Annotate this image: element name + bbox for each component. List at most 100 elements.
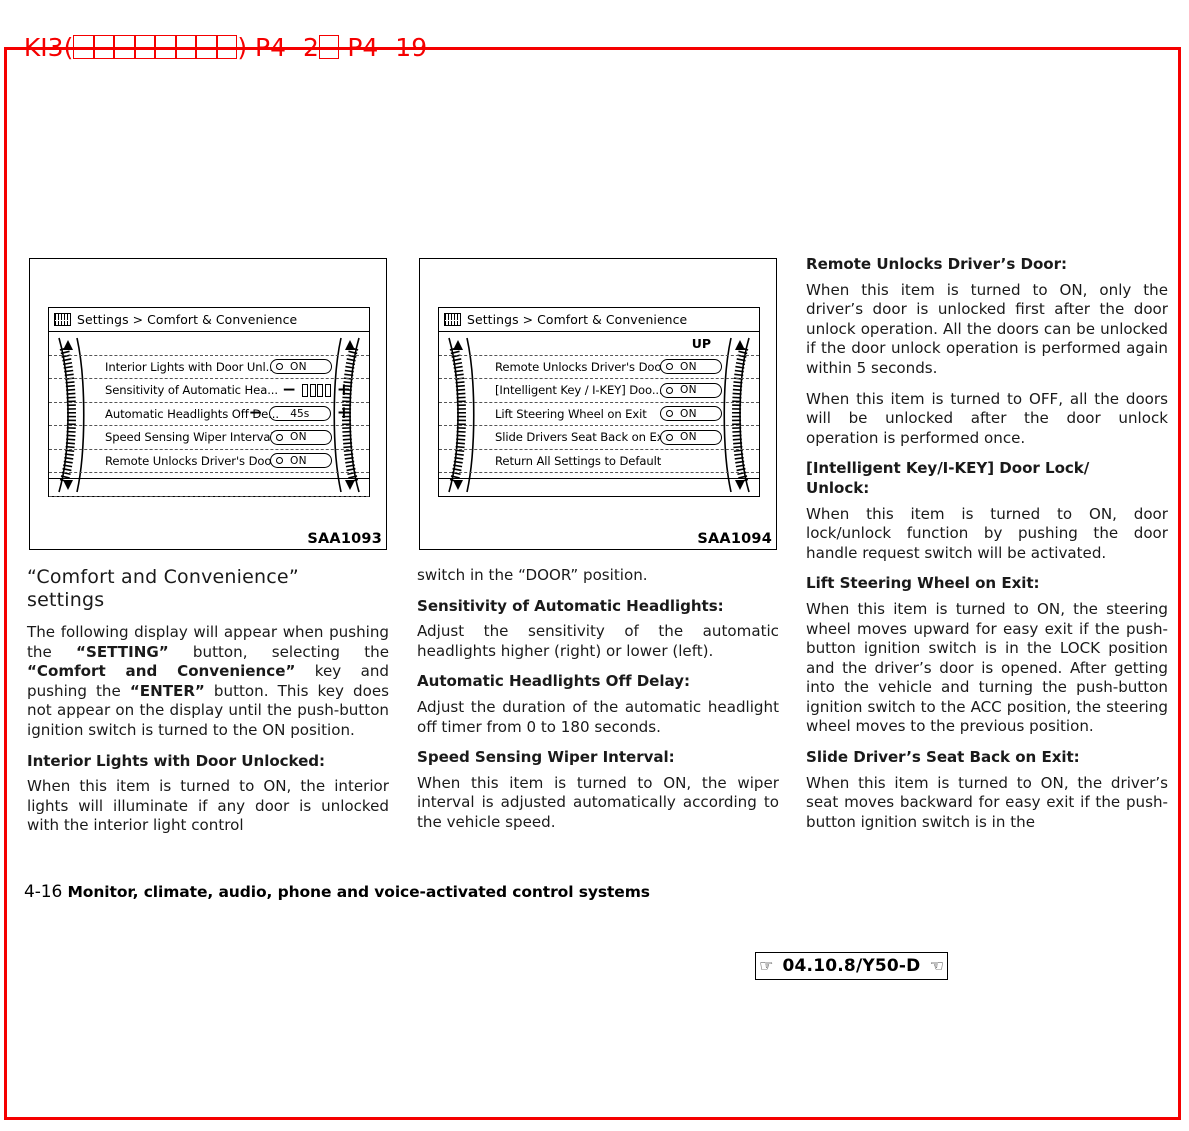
paragraph-remote-off: When this item is turned to OFF, all the… — [806, 389, 1168, 447]
screen-title-bar-2: Settings > Comfort & Convenience — [439, 308, 759, 332]
list-item-label: Remote Unlocks Driver's Doo... — [495, 359, 672, 374]
paragraph-remote-on: When this item is turned to ON, only the… — [806, 280, 1168, 377]
list-item[interactable]: Return All Settings to Default — [439, 450, 759, 473]
toggle-on-pill[interactable]: ON — [660, 382, 722, 398]
revision-date-text: 04.10.8/Y50-D — [782, 956, 921, 976]
heading-intelligent-key-line1: [Intelligent Key/I-KEY] Door Lock/ — [806, 459, 1090, 478]
settings-list-2: UP Remote Unlocks Driver's Doo... ON [In… — [439, 332, 759, 473]
delay-stepper[interactable]: − 45s + — [249, 405, 352, 422]
list-item[interactable]: Remote Unlocks Driver's Doo... ON — [49, 450, 369, 473]
list-item-label: Interior Lights with Door Unl... — [105, 359, 277, 374]
toggle-value: ON — [680, 431, 697, 444]
list-item-label: Sensitivity of Automatic Hea... — [105, 383, 278, 398]
hand-pointing-left-icon: ☜ — [929, 956, 944, 975]
heading-intelligent-key: [Intelligent Key/I-KEY] Door Lock/ Unloc… — [806, 459, 1168, 498]
heading-off-delay: Automatic Headlights Off Delay: — [417, 672, 690, 691]
chapter-title: Monitor, climate, audio, phone and voice… — [67, 883, 650, 901]
paragraph-slide-seat: When this item is turned to ON, the driv… — [806, 773, 1168, 831]
screen-body-2: UP Remote Unlocks Driver's Doo... ON [In… — [439, 332, 759, 497]
page-title-line1: “Comfort and Convenience” — [27, 566, 299, 588]
toggle-on-pill[interactable]: ON — [270, 429, 332, 445]
screen-body-1: Interior Lights with Door Unl... ON Sens… — [49, 332, 369, 497]
list-up-row: UP — [439, 332, 759, 356]
paragraph-intelligent-key: When this item is turned to ON, door loc… — [806, 504, 1168, 562]
list-item[interactable]: Lift Steering Wheel on Exit ON — [439, 403, 759, 426]
breadcrumb: Settings > Comfort & Convenience — [467, 312, 688, 327]
figure-caption: SAA1093 — [305, 531, 384, 547]
lcd-display-icon — [54, 313, 71, 326]
breadcrumb: Settings > Comfort & Convenience — [77, 312, 298, 327]
list-item[interactable]: Automatic Headlights Off De... − 45s + — [49, 403, 369, 426]
radio-dot-icon — [666, 433, 673, 441]
toggle-value: ON — [290, 360, 307, 373]
list-item-label: Speed Sensing Wiper Interval — [105, 430, 274, 445]
text-column-1: “Comfort and Convenience” settings The f… — [27, 566, 389, 836]
radio-dot-icon — [666, 410, 673, 418]
radio-dot-icon — [276, 363, 283, 371]
toggle-on-pill[interactable]: ON — [660, 359, 722, 375]
plus-icon[interactable]: + — [337, 381, 351, 399]
page-title-line2: settings — [27, 589, 105, 611]
level-bar-segment — [317, 383, 324, 397]
nav-screen-2: Settings > Comfort & Convenience UP Remo… — [438, 307, 760, 497]
minus-icon[interactable]: − — [249, 405, 263, 422]
settings-list-1: Interior Lights with Door Unl... ON Sens… — [49, 332, 369, 497]
list-spacer-row — [49, 332, 369, 356]
screen-title-bar-1: Settings > Comfort & Convenience — [49, 308, 369, 332]
toggle-on-pill[interactable]: ON — [270, 453, 332, 469]
toggle-value: ON — [680, 384, 697, 397]
list-item[interactable]: Speed Sensing Wiper Interval ON — [49, 426, 369, 450]
level-bar-segment — [309, 383, 316, 397]
toggle-on-pill[interactable]: ON — [660, 406, 722, 422]
toggle-value: ON — [290, 431, 307, 444]
paragraph-off-delay: Adjust the duration of the automatic hea… — [417, 697, 779, 736]
sensitivity-adjuster[interactable]: − + — [282, 381, 351, 399]
heading-intelligent-key-line2: Unlock: — [806, 478, 870, 497]
toggle-on-pill[interactable]: ON — [270, 359, 332, 375]
radio-dot-icon — [666, 363, 673, 371]
toggle-value: ON — [680, 360, 697, 373]
paragraph-interior-lights: When this item is turned to ON, the inte… — [27, 777, 389, 835]
list-item-label: Slide Drivers Seat Back on Exit — [495, 430, 672, 445]
paragraph-lift-steering: When this item is turned to ON, the stee… — [806, 599, 1168, 736]
paragraph-wiper-interval: When this item is turned to ON, the wipe… — [417, 773, 779, 831]
list-item-label: Return All Settings to Default — [495, 453, 662, 468]
page-number: 4-16 — [24, 882, 63, 902]
level-bar-segment — [302, 383, 309, 397]
toggle-on-pill[interactable]: ON — [660, 429, 722, 445]
screen-footer-strip-1 — [49, 478, 369, 497]
page-title: “Comfort and Convenience” settings — [27, 566, 389, 612]
page-footer: 4-16 Monitor, climate, audio, phone and … — [24, 882, 650, 902]
list-item[interactable]: Slide Drivers Seat Back on Exit ON — [439, 426, 759, 450]
plus-icon[interactable]: + — [337, 405, 351, 422]
list-item[interactable]: Interior Lights with Door Unl... ON — [49, 356, 369, 379]
heading-sensitivity: Sensitivity of Automatic Headlights: — [417, 596, 724, 615]
nav-screen-1: Settings > Comfort & Convenience Interio… — [48, 307, 370, 497]
stepper-value: 45s — [268, 406, 331, 422]
minus-icon[interactable]: − — [282, 381, 296, 399]
list-item[interactable]: [Intelligent Key / I-KEY] Doo... ON — [439, 379, 759, 403]
heading-wiper-interval: Speed Sensing Wiper Interval: — [417, 748, 675, 767]
text-column-3: Remote Unlocks Driver’s Door: When this … — [806, 255, 1168, 832]
heading-slide-seat: Slide Driver’s Seat Back on Exit: — [806, 748, 1080, 767]
figure-caption: SAA1094 — [695, 531, 774, 547]
radio-dot-icon — [276, 457, 283, 465]
paragraph-intro: The following display will appear when p… — [27, 623, 389, 739]
toggle-value: ON — [290, 454, 307, 467]
page-content: Settings > Comfort & Convenience Interio… — [0, 0, 1189, 1131]
list-item[interactable]: Remote Unlocks Driver's Doo... ON — [439, 356, 759, 379]
level-bars — [302, 383, 331, 397]
list-item[interactable]: Sensitivity of Automatic Hea... − + — [49, 379, 369, 403]
level-bar-segment — [324, 383, 331, 397]
figure-saa1094: Settings > Comfort & Convenience UP Remo… — [419, 258, 777, 550]
paragraph-sensitivity: Adjust the sensitivity of the automatic … — [417, 622, 779, 660]
radio-dot-icon — [276, 433, 283, 441]
paragraph-continued: switch in the “DOOR” position. — [417, 566, 648, 584]
heading-remote-unlock: Remote Unlocks Driver’s Door: — [806, 255, 1068, 273]
list-item-label: Lift Steering Wheel on Exit — [495, 406, 647, 421]
heading-interior-lights: Interior Lights with Door Unlocked: — [27, 751, 326, 770]
text-column-2: switch in the “DOOR” position. Sensitivi… — [417, 566, 779, 833]
revision-date-stamp: ☞ 04.10.8/Y50-D ☜ — [755, 952, 948, 980]
list-item-label: [Intelligent Key / I-KEY] Doo... — [495, 383, 663, 398]
heading-lift-steering: Lift Steering Wheel on Exit: — [806, 574, 1040, 593]
